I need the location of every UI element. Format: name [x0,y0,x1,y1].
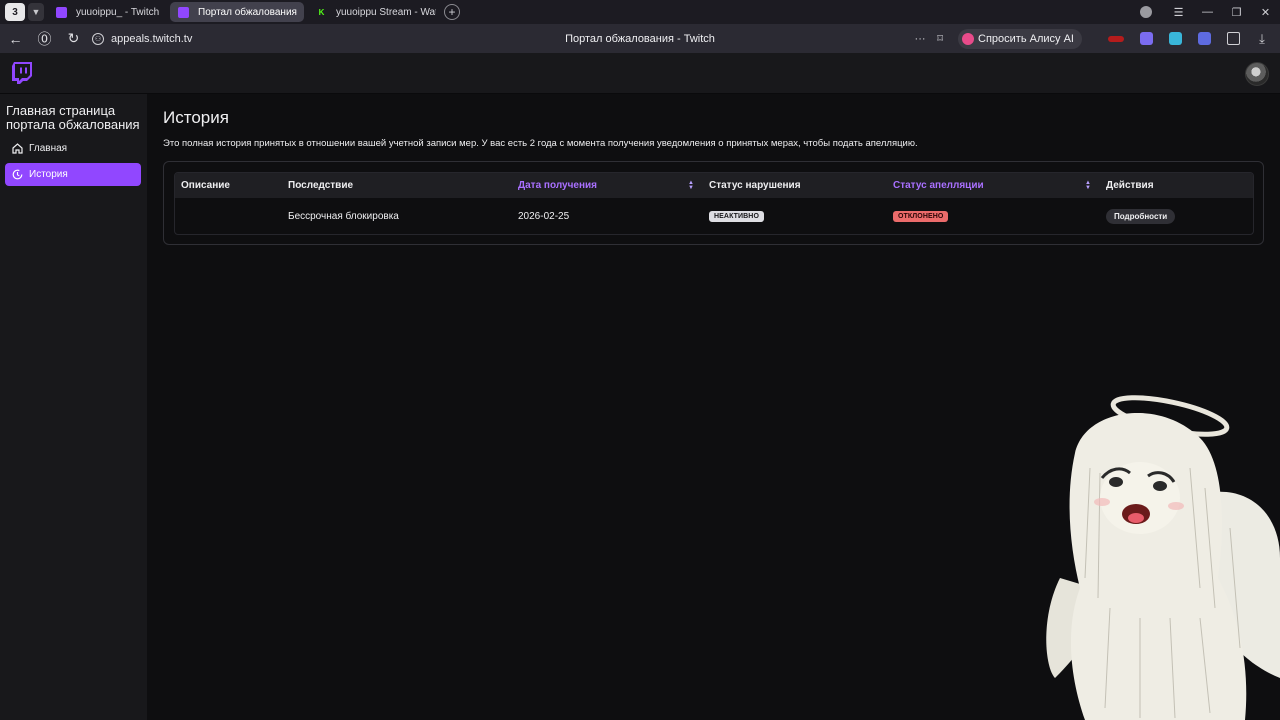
bookmark-icon[interactable]: ⌑ [930,32,950,45]
tab-list-chevron-icon[interactable]: ▼ [28,3,44,21]
extensions-puzzle-icon[interactable] [1227,32,1240,45]
url-text: appeals.twitch.tv [111,32,193,45]
sidebar-item-home[interactable]: Главная [5,137,141,160]
history-table: Описание Последствие Дата получения ▲ ▼ С… [174,172,1254,235]
twitch-top-nav [0,53,1280,94]
cell-violation-status: НЕАКТИВНО [709,198,764,234]
kick-icon: K [318,7,325,17]
cell-date: 2026-02-25 [518,211,570,222]
home-icon [12,143,23,154]
site-info-icon[interactable]: ⚇ [92,32,104,45]
cell-consequence: Бессрочная блокировка [288,211,399,222]
tab-kick-stream[interactable]: K yuuoippu Stream - Watch [308,2,436,22]
sidebar-title: Главная страница портала обжалования [6,103,140,132]
ask-alisa-button[interactable]: Спросить Алису AI [958,28,1082,49]
column-header-actions: Действия [1106,180,1154,191]
address-bar: ← ⓪ ↻ ⚇ appeals.twitch.tv Портал обжалов… [0,24,1280,53]
tab-twitch-channel[interactable]: yuuoippu_ - Twitch [48,2,166,22]
tab-title: Портал обжалования [198,6,297,18]
sort-arrows-icon[interactable]: ▲ ▼ [687,179,695,192]
column-header-violation-status: Статус нарушения [709,180,801,191]
sidebar-item-history[interactable]: История [5,163,141,186]
history-icon [12,169,23,180]
address-bar-actions: ··· ⌑ Спросить Алису AI ⤓ [910,24,1280,53]
sort-arrows-icon[interactable]: ▲ ▼ [1084,179,1092,192]
status-badge-rejected: ОТКЛОНЕНО [893,211,949,222]
appeals-sidebar: Главная страница портала обжалования Гла… [0,94,147,720]
reload-icon[interactable]: ↻ [59,30,88,47]
status-badge-inactive: НЕАКТИВНО [709,211,764,222]
extension-flag-icon[interactable] [1198,32,1211,45]
profile-icon[interactable] [1140,6,1152,18]
back-arrow-icon[interactable]: ← [1,31,30,47]
user-avatar[interactable] [1245,62,1269,86]
column-header-consequence: Последствие [288,180,354,191]
cell-appeal-status: ОТКЛОНЕНО [893,198,949,234]
cell-actions: Подробности [1106,198,1176,234]
ask-alisa-label: Спросить Алису AI [978,32,1074,45]
page-description: Это полная история принятых в отношении … [163,138,918,149]
url-field[interactable]: ⚇ appeals.twitch.tv [92,32,193,45]
minimize-icon[interactable]: — [1193,6,1222,18]
close-window-icon[interactable]: ✕ [1251,6,1280,19]
more-dots-icon[interactable]: ··· [910,33,930,45]
new-tab-plus-icon[interactable]: + [444,4,460,20]
table-header-row: Описание Последствие Дата получения ▲ ▼ С… [175,173,1253,198]
twitch-icon [56,6,67,18]
column-header-appeal-status[interactable]: Статус апелляции [893,173,984,198]
details-button[interactable]: Подробности [1106,209,1176,224]
sidebar-item-label: Главная [29,143,68,154]
tab-appeals-portal[interactable]: Портал обжалования ✕ [170,2,304,22]
restore-icon[interactable]: ❐ [1222,6,1251,19]
table-row: Бессрочная блокировка 2026-02-25 НЕАКТИВ… [175,198,1253,234]
twitch-icon [178,6,189,18]
tab-title: yuuoippu_ - Twitch [76,6,160,18]
download-icon[interactable]: ⤓ [1254,31,1270,47]
alisa-icon [962,32,975,45]
protect-shield-icon[interactable]: ⓪ [30,29,59,49]
extension-teal-icon[interactable] [1169,32,1182,45]
tab-counter-button[interactable]: 3 [5,3,25,21]
tab-title: yuuoippu Stream - Watch [336,6,436,18]
close-tab-icon[interactable]: ✕ [297,7,304,18]
sidebar-item-label: История [29,169,68,180]
twitch-logo-icon[interactable] [12,62,32,84]
menu-icon[interactable]: ☰ [1164,6,1193,19]
angel-character-overlay [1046,395,1280,720]
history-card: Описание Последствие Дата получения ▲ ▼ С… [163,161,1264,245]
window-controls: ☰ — ❐ ✕ [1140,0,1280,24]
extension-red-icon[interactable] [1108,35,1124,42]
browser-tab-strip: 3 ▼ yuuoippu_ - Twitch Портал обжаловани… [0,0,1280,24]
column-header-date[interactable]: Дата получения [518,173,597,198]
extension-purple-icon[interactable] [1140,32,1153,45]
page-title: История [163,108,229,127]
column-header-description: Описание [181,180,230,191]
